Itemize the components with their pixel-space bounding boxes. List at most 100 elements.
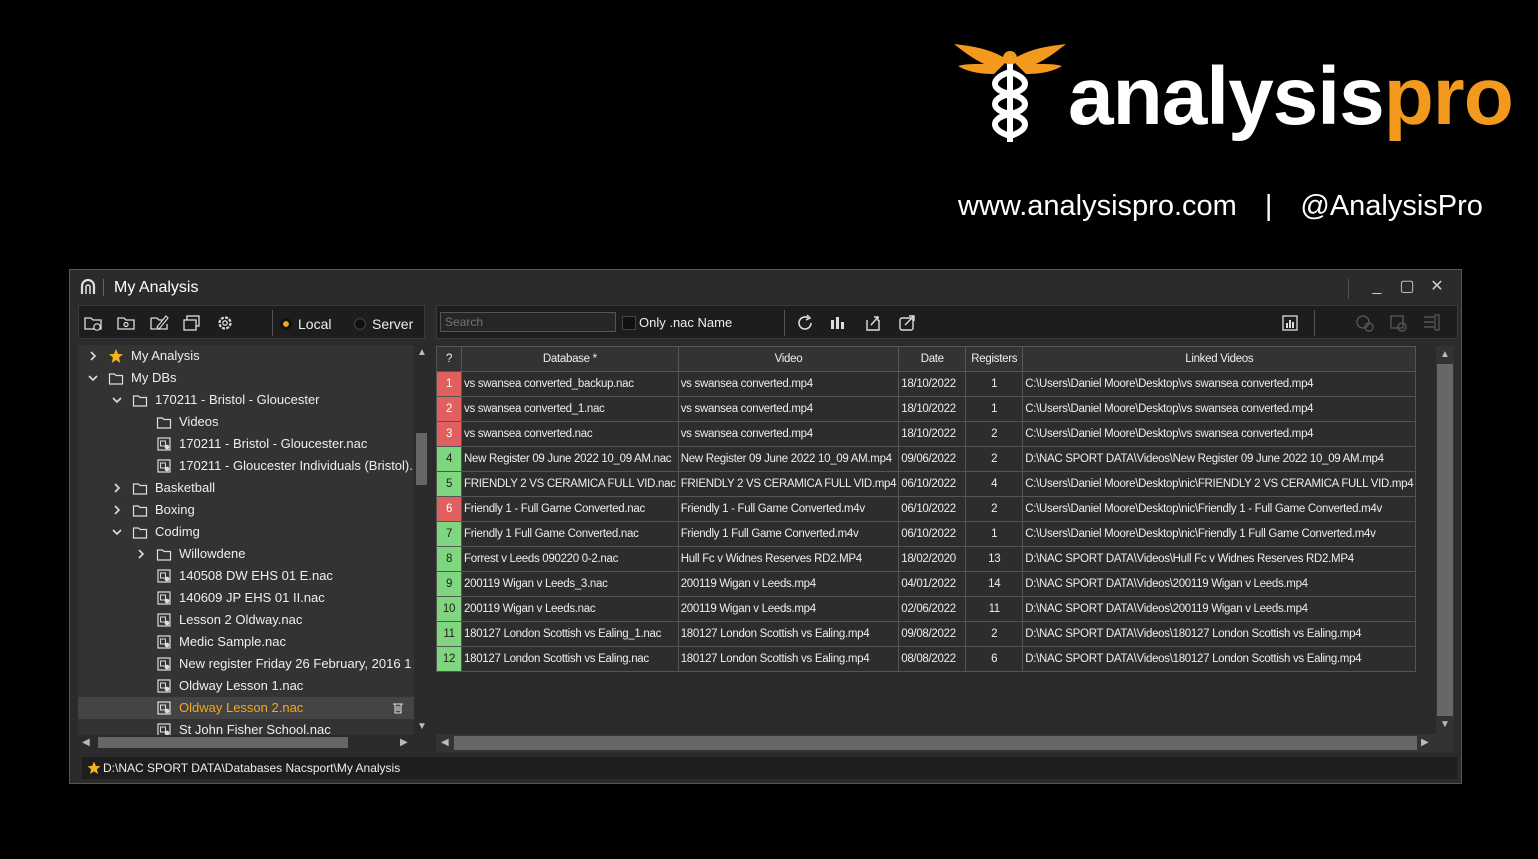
grid-hscroll-thumb[interactable] <box>454 736 1417 750</box>
chevron-right-icon[interactable] <box>112 483 122 493</box>
report-chart-icon[interactable] <box>1280 313 1300 333</box>
only-nac-checkbox[interactable] <box>622 316 636 330</box>
table-row[interactable]: 11 180127 London Scottish vs Ealing_1.nac… <box>436 621 1417 647</box>
registers-cell[interactable]: 2 <box>965 446 1024 472</box>
registers-cell[interactable]: 1 <box>965 371 1024 397</box>
database-cell[interactable]: Friendly 1 Full Game Converted.nac <box>461 521 679 547</box>
grid-vscroll-thumb[interactable] <box>1437 364 1453 716</box>
edit-folder-icon[interactable] <box>149 313 169 333</box>
date-cell[interactable]: 18/10/2022 <box>898 371 967 397</box>
registers-cell[interactable]: 13 <box>965 546 1024 572</box>
chevron-down-icon[interactable] <box>112 395 122 405</box>
column-header-linked-videos[interactable]: Linked Videos <box>1022 346 1417 372</box>
tree-item-db-bristol-gloucester[interactable]: 170211 - Bristol - Gloucester.nac <box>78 433 414 455</box>
server-radio[interactable]: Server <box>354 316 413 332</box>
video-cell[interactable]: vs swansea converted.mp4 <box>677 421 900 447</box>
date-cell[interactable]: 04/01/2022 <box>898 571 967 597</box>
linked-video-cell[interactable]: D:\NAC SPORT DATA\Videos\New Register 09… <box>1022 446 1417 472</box>
date-cell[interactable]: 02/06/2022 <box>898 596 967 622</box>
column-header-video[interactable]: Video <box>677 346 900 372</box>
tree-item-folder-bristol-gloucester[interactable]: 170211 - Bristol - Gloucester <box>78 389 414 411</box>
copy-windows-icon[interactable] <box>182 313 202 333</box>
table-row[interactable]: 5 FRIENDLY 2 VS CERAMICA FULL VID.nac FRIE… <box>436 471 1417 497</box>
tree-item-folder-willowdene[interactable]: Willowdene <box>78 543 414 565</box>
table-row[interactable]: 7 Friendly 1 Full Game Converted.nac Frien… <box>436 521 1417 547</box>
maximize-button[interactable]: ▢ <box>1394 276 1420 298</box>
row-number-cell[interactable]: 7 <box>436 521 462 547</box>
chevron-right-icon[interactable] <box>112 505 122 515</box>
table-row[interactable]: 3 vs swansea converted.nac vs swansea conv… <box>436 421 1417 447</box>
linked-video-cell[interactable]: C:\Users\Daniel Moore\Desktop\vs swansea… <box>1022 421 1417 447</box>
row-number-cell[interactable]: 11 <box>436 621 462 647</box>
row-number-cell[interactable]: 10 <box>436 596 462 622</box>
local-radio[interactable]: Local <box>280 316 331 332</box>
search-input[interactable] <box>440 312 616 332</box>
video-cell[interactable]: vs swansea converted.mp4 <box>677 396 900 422</box>
table-row[interactable]: 9 200119 Wigan v Leeds_3.nac 200119 Wigan … <box>436 571 1417 597</box>
tree-item-db-new-register[interactable]: New register Friday 26 February, 2016 1 <box>78 653 414 675</box>
database-cell[interactable]: 180127 London Scottish vs Ealing_1.nac <box>461 621 679 647</box>
database-cell[interactable]: Friendly 1 - Full Game Converted.nac <box>461 496 679 522</box>
chevron-right-icon[interactable] <box>88 351 98 361</box>
video-cell[interactable]: 200119 Wigan v Leeds.mp4 <box>677 596 900 622</box>
column-header-date[interactable]: Date <box>898 346 967 372</box>
video-cell[interactable]: Hull Fc v Widnes Reserves RD2.MP4 <box>677 546 900 572</box>
video-cell[interactable]: 180127 London Scottish vs Ealing.mp4 <box>677 621 900 647</box>
tree-item-db-lesson-2-oldway[interactable]: Lesson 2 Oldway.nac <box>78 609 414 631</box>
video-cell[interactable]: 200119 Wigan v Leeds.mp4 <box>677 571 900 597</box>
tree-item-db-gloucester-individuals[interactable]: 170211 - Gloucester Individuals (Bristol… <box>78 455 414 477</box>
linked-video-cell[interactable]: C:\Users\Daniel Moore\Desktop\nic\FRIEND… <box>1022 471 1417 497</box>
tree-item-db-140609[interactable]: 140609 JP EHS 01 II.nac <box>78 587 414 609</box>
row-number-cell[interactable]: 2 <box>436 396 462 422</box>
registers-cell[interactable]: 14 <box>965 571 1024 597</box>
table-row[interactable]: 12 180127 London Scottish vs Ealing.nac 18… <box>436 646 1417 672</box>
database-cell[interactable]: vs swansea converted.nac <box>461 421 679 447</box>
date-cell[interactable]: 18/10/2022 <box>898 396 967 422</box>
tree-item-folder-codimg[interactable]: Codimg <box>78 521 414 543</box>
tree-item-db-st-john-fisher[interactable]: St John Fisher School.nac <box>78 719 414 735</box>
relink-icon[interactable] <box>863 313 883 333</box>
video-cell[interactable]: 180127 London Scottish vs Ealing.mp4 <box>677 646 900 672</box>
date-cell[interactable]: 18/02/2020 <box>898 546 967 572</box>
refresh-icon[interactable] <box>795 313 815 333</box>
linked-video-cell[interactable]: C:\Users\Daniel Moore\Desktop\vs swansea… <box>1022 396 1417 422</box>
bar-stats-icon[interactable] <box>828 313 848 333</box>
tree-item-db-oldway-lesson-1[interactable]: Oldway Lesson 1.nac <box>78 675 414 697</box>
registers-cell[interactable]: 1 <box>965 521 1024 547</box>
date-cell[interactable]: 08/08/2022 <box>898 646 967 672</box>
close-button[interactable]: ✕ <box>1424 276 1450 298</box>
tree-item-db-oldway-lesson-2[interactable]: Oldway Lesson 2.nac <box>78 697 414 719</box>
date-cell[interactable]: 06/10/2022 <box>898 471 967 497</box>
scroll-down-icon[interactable]: ▼ <box>417 721 427 732</box>
table-row[interactable]: 2 vs swansea converted_1.nac vs swansea co… <box>436 396 1417 422</box>
row-number-cell[interactable]: 4 <box>436 446 462 472</box>
database-cell[interactable]: 200119 Wigan v Leeds_3.nac <box>461 571 679 597</box>
linked-video-cell[interactable]: C:\Users\Daniel Moore\Desktop\nic\Friend… <box>1022 521 1417 547</box>
video-cell[interactable]: New Register 09 June 2022 10_09 AM.mp4 <box>677 446 900 472</box>
tree-item-my-dbs[interactable]: My DBs <box>78 367 414 389</box>
new-database-icon[interactable] <box>83 313 103 333</box>
tree-item-folder-videos[interactable]: Videos <box>78 411 414 433</box>
open-folder-icon[interactable] <box>116 313 136 333</box>
registers-cell[interactable]: 2 <box>965 621 1024 647</box>
tree-item-folder-boxing[interactable]: Boxing <box>78 499 414 521</box>
tree-vscroll-thumb[interactable] <box>416 433 427 485</box>
chevron-down-icon[interactable] <box>112 527 122 537</box>
database-cell[interactable]: vs swansea converted_1.nac <box>461 396 679 422</box>
column-header-status[interactable]: ? <box>436 346 462 372</box>
database-cell[interactable]: 180127 London Scottish vs Ealing.nac <box>461 646 679 672</box>
row-number-cell[interactable]: 12 <box>436 646 462 672</box>
linked-video-cell[interactable]: D:\NAC SPORT DATA\Videos\180127 London S… <box>1022 621 1417 647</box>
linked-video-cell[interactable]: D:\NAC SPORT DATA\Videos\Hull Fc v Widne… <box>1022 546 1417 572</box>
database-cell[interactable]: Forrest v Leeds 090220 0-2.nac <box>461 546 679 572</box>
tree-hscroll-thumb[interactable] <box>98 737 348 748</box>
grid-vertical-scrollbar[interactable]: ▲ ▼ <box>1436 346 1454 734</box>
video-cell[interactable]: vs swansea converted.mp4 <box>677 371 900 397</box>
scroll-right-icon[interactable]: ▶ <box>400 737 408 748</box>
registers-cell[interactable]: 2 <box>965 496 1024 522</box>
linked-video-cell[interactable]: D:\NAC SPORT DATA\Videos\200119 Wigan v … <box>1022 596 1417 622</box>
video-cell[interactable]: FRIENDLY 2 VS CERAMICA FULL VID.mp4 <box>677 471 900 497</box>
database-cell[interactable]: vs swansea converted_backup.nac <box>461 371 679 397</box>
export-icon[interactable] <box>897 313 917 333</box>
linked-video-cell[interactable]: C:\Users\Daniel Moore\Desktop\vs swansea… <box>1022 371 1417 397</box>
